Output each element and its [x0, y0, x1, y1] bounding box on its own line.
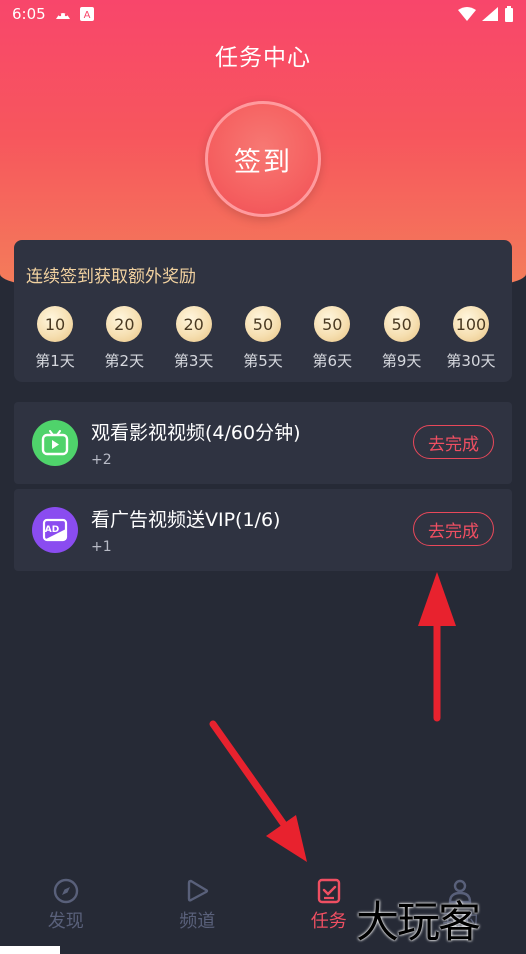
nav-label: 发现 [47, 911, 84, 932]
notification-a-icon: A [79, 7, 94, 21]
coin-icon: 20 [106, 306, 143, 342]
android-debug-icon [55, 13, 70, 19]
sign-in-button[interactable]: 签到 [205, 101, 321, 217]
streak-card: 连续签到获取额外奖励 10 第1天 20 第2天 20 第3天 50 第5天 5… [14, 240, 512, 382]
complete-task-button[interactable]: 去完成 [413, 512, 494, 546]
task-title: 观看影视视频(4/60分钟) [91, 422, 301, 444]
ad-icon: AD [32, 507, 78, 553]
nav-item-channel[interactable]: 频道 [132, 868, 264, 954]
svg-text:A: A [83, 10, 90, 21]
task-check-icon [317, 878, 340, 904]
day-label: 第1天 [35, 352, 75, 370]
streak-day: 50 第6天 [301, 306, 363, 371]
task-card-watch-video: 观看影视视频(4/60分钟) +2 去完成 [14, 402, 512, 484]
battery-icon [505, 6, 513, 22]
streak-title: 连续签到获取额外奖励 [26, 267, 196, 287]
coin-icon: 10 [37, 306, 73, 342]
play-icon [188, 879, 209, 902]
nav-label: 任务 [310, 911, 347, 932]
tv-icon [32, 420, 78, 466]
coin-icon: 50 [244, 306, 281, 342]
complete-task-button[interactable]: 去完成 [413, 425, 494, 459]
day-label: 第2天 [104, 352, 145, 370]
streak-day: 10 第1天 [24, 306, 86, 371]
svg-text:AD: AD [45, 525, 59, 535]
home-indicator [0, 946, 60, 954]
day-label: 第6天 [312, 352, 353, 370]
streak-day: 50 第5天 [232, 306, 294, 371]
day-label: 第5天 [243, 352, 283, 370]
streak-day: 50 第9天 [371, 306, 433, 371]
coin-icon: 100 [452, 306, 489, 342]
streak-day: 20 第2天 [93, 306, 155, 371]
task-reward: +2 [91, 452, 112, 468]
task-title: 看广告视频送VIP(1/6) [91, 509, 281, 531]
arrow-up-icon [418, 572, 456, 722]
day-label: 第30天 [446, 352, 496, 370]
task-reward: +1 [91, 539, 112, 555]
streak-day: 100 第30天 [440, 306, 502, 371]
day-label: 第9天 [381, 352, 422, 370]
day-label: 第3天 [173, 352, 214, 370]
page-title: 任务中心 [215, 45, 311, 71]
coin-icon: 50 [383, 306, 420, 342]
coin-icon: 20 [175, 306, 212, 342]
nav-label: 频道 [179, 911, 216, 932]
streak-day: 20 第3天 [163, 306, 225, 371]
compass-icon [53, 878, 78, 904]
signal-icon [482, 7, 498, 21]
task-card-watch-ad: AD 看广告视频送VIP(1/6) +1 去完成 [14, 489, 512, 571]
wifi-icon [458, 7, 476, 21]
status-time: 6:05 [12, 5, 46, 23]
arrow-down-icon [209, 720, 307, 862]
coin-icon: 50 [314, 306, 351, 342]
status-bar: 6:05 A [0, 0, 526, 28]
nav-item-discover[interactable]: 发现 [0, 868, 132, 954]
streak-days: 10 第1天 20 第2天 20 第3天 50 第5天 50 第6天 50 第9… [24, 306, 502, 371]
watermark-logo: 大玩客 [356, 898, 481, 948]
